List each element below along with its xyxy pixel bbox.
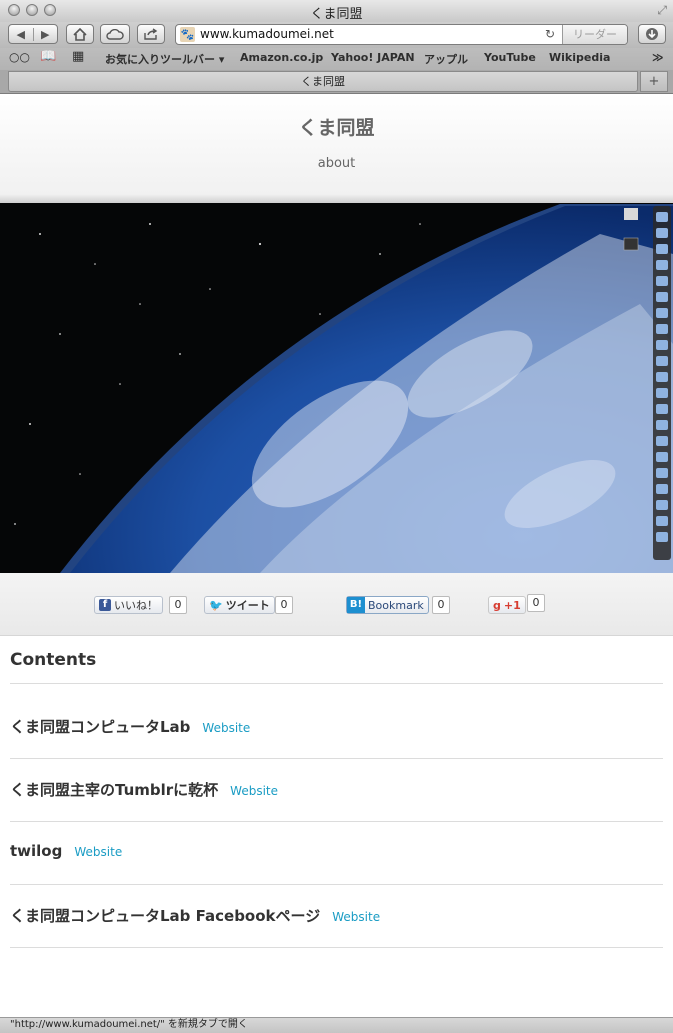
twitter-tweet-button[interactable]: 🐦 ツイート <box>204 596 275 614</box>
tab-kumadoumei[interactable]: くま同盟 <box>8 71 638 92</box>
hatena-b-icon: B! <box>347 597 365 613</box>
bookmark-apple[interactable]: アップル <box>424 51 468 67</box>
content-item-title: くま同盟コンピュータLab <box>10 718 191 736</box>
bookmark-amazon[interactable]: Amazon.co.jp <box>240 51 323 64</box>
website-link[interactable]: Website <box>230 784 278 798</box>
content-item-title: twilog <box>10 842 63 860</box>
home-button[interactable] <box>66 24 94 44</box>
website-link[interactable]: Website <box>332 910 380 924</box>
reading-list-icon[interactable]: ○○ <box>9 50 30 64</box>
forward-button[interactable]: ▶ <box>34 28 58 41</box>
twitter-tweet-count: 0 <box>275 596 293 614</box>
google-plus-one-label: +1 <box>503 598 521 612</box>
content-item-title: くま同盟主宰のTumblrに乾杯 <box>10 781 219 799</box>
content-item-twilog: twilog Website <box>10 842 122 860</box>
site-title[interactable]: くま同盟 <box>0 113 673 140</box>
bookmark-youtube[interactable]: YouTube <box>484 51 536 64</box>
browser-toolbar: ◀ ▶ 🐾 www.kumadoumei.net ↻ リーダー <box>0 22 673 48</box>
hatena-bookmark-button[interactable]: B! Bookmark <box>346 596 429 614</box>
google-g-icon: g <box>493 598 501 612</box>
facebook-icon: f <box>99 599 111 611</box>
bookmark-folder-favorites[interactable]: お気に入りツールバー ▾ <box>105 51 224 67</box>
hero-image <box>0 194 673 573</box>
bookmarks-bar: ○○ 📖 ▦ お気に入りツールバー ▾ Amazon.co.jp Yahoo! … <box>0 48 673 70</box>
reload-icon[interactable]: ↻ <box>545 27 555 41</box>
share-icon <box>144 28 158 40</box>
bookmarks-book-icon[interactable]: 📖 <box>40 49 56 64</box>
bookmark-wikipedia[interactable]: Wikipedia <box>549 51 610 64</box>
twitter-tweet-label: ツイート <box>225 599 270 612</box>
content-item-tumblr: くま同盟主宰のTumblrに乾杯 Website <box>10 779 278 800</box>
google-plus-one-button[interactable]: g +1 <box>488 596 526 614</box>
window-title: くま同盟 <box>310 7 363 22</box>
home-icon <box>73 27 87 41</box>
bookmark-yahoo[interactable]: Yahoo! JAPAN <box>331 51 415 64</box>
website-link[interactable]: Website <box>202 721 250 735</box>
site-header: くま同盟 about <box>0 94 673 194</box>
website-link[interactable]: Website <box>74 845 122 859</box>
top-sites-grid-icon[interactable]: ▦ <box>72 49 84 64</box>
facebook-like-count: 0 <box>169 596 187 614</box>
divider <box>10 947 663 948</box>
url-text: www.kumadoumei.net <box>200 27 334 41</box>
fullscreen-icon[interactable]: ⤢ <box>657 3 667 18</box>
hatena-bookmark-label: Bookmark <box>368 598 424 612</box>
content-item-title: くま同盟コンピュータLab Facebookページ <box>10 907 321 925</box>
about-link[interactable]: about <box>0 156 673 171</box>
downloads-button[interactable] <box>638 24 666 44</box>
contents-heading: Contents <box>10 650 97 670</box>
status-bar: "http://www.kumadoumei.net/" を新規タブで開く <box>0 1017 673 1033</box>
back-forward-buttons: ◀ ▶ <box>8 24 58 44</box>
google-plus-one-count: 0 <box>527 594 545 612</box>
icloud-tabs-button[interactable] <box>100 24 130 44</box>
cloud-icon <box>106 28 124 40</box>
reader-button[interactable]: リーダー <box>562 25 627 44</box>
earth-desktop-image <box>0 194 673 573</box>
divider <box>10 683 663 684</box>
twitter-bird-icon: 🐦 <box>209 598 223 612</box>
hatena-bookmark-count: 0 <box>432 596 450 614</box>
tab-bar: くま同盟 + <box>0 70 673 94</box>
content-item-facebook-page: くま同盟コンピュータLab Facebookページ Website <box>10 905 380 926</box>
back-button[interactable]: ◀ <box>9 27 34 41</box>
download-icon <box>646 28 658 40</box>
share-button[interactable] <box>137 24 165 44</box>
facebook-like-button[interactable]: f いいね！ <box>94 596 163 614</box>
site-favicon-icon: 🐾 <box>180 27 195 42</box>
bookmarks-overflow-icon[interactable]: ≫ <box>652 51 664 64</box>
divider <box>10 758 663 759</box>
social-share-bar: f いいね！ 0 🐦 ツイート 0 B! Bookmark 0 g +1 0 <box>0 573 673 636</box>
window-titlebar: くま同盟 ⤢ <box>0 0 673 22</box>
content-item-lab: くま同盟コンピュータLab Website <box>10 716 250 737</box>
facebook-like-label: いいね！ <box>114 599 158 612</box>
address-bar[interactable]: 🐾 www.kumadoumei.net ↻ リーダー <box>175 24 628 45</box>
divider <box>10 821 663 822</box>
divider <box>10 884 663 885</box>
new-tab-button[interactable]: + <box>640 71 668 92</box>
chevron-down-icon: ▾ <box>218 53 225 66</box>
